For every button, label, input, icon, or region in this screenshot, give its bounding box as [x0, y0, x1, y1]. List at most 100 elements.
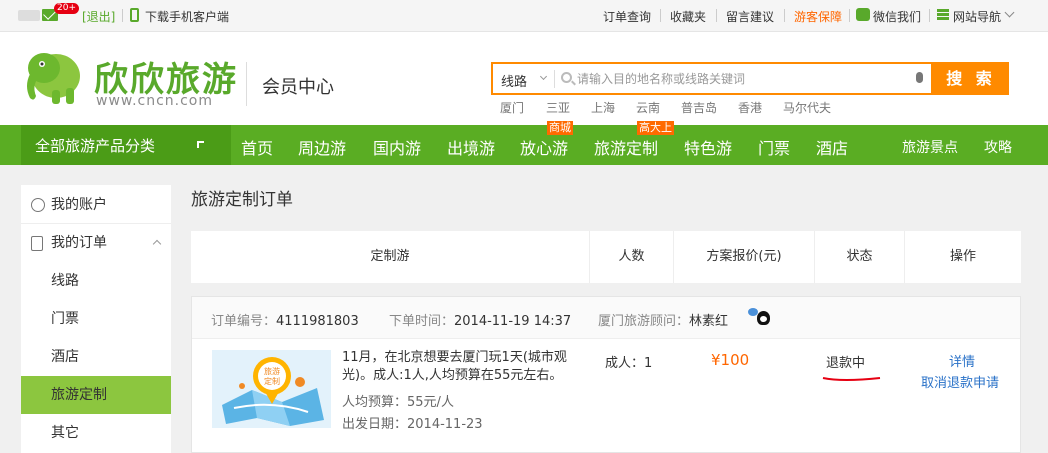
- product-thumbnail[interactable]: 旅游 定制: [212, 350, 331, 428]
- divider: [660, 9, 661, 22]
- wechat-icon: [856, 8, 870, 21]
- cancel-refund-link[interactable]: 取消退款申请: [921, 372, 999, 391]
- qq-icon[interactable]: [757, 311, 770, 325]
- search-input[interactable]: [577, 68, 907, 90]
- sidebar-item-account[interactable]: 我的账户: [21, 186, 171, 224]
- thumbnail-caption-line2: 定制: [264, 376, 280, 386]
- header: 欣欣旅游 www.cncn.com 会员中心 线路 搜 索 厦门 三亚 上海 云…: [0, 32, 1048, 125]
- nav-worry-free[interactable]: 放心游: [520, 135, 568, 159]
- search-icon: [561, 72, 572, 83]
- premium-tag: 高大上: [637, 121, 674, 135]
- order-number: 订单编号：4111981803: [211, 310, 359, 329]
- nav-custom-travel[interactable]: 旅游定制: [594, 135, 658, 159]
- sidebar-item-label: 我的订单: [51, 235, 107, 251]
- chevron-down-icon[interactable]: [1004, 7, 1015, 18]
- sidebar-item-label: 其它: [51, 425, 79, 441]
- corner-arrow-icon: [197, 141, 204, 148]
- mall-tag: 商城: [547, 121, 573, 135]
- budget: 人均预算：55元/人: [342, 391, 454, 410]
- column-header: 操作: [949, 249, 976, 264]
- username-blurred: [18, 10, 40, 21]
- table-header: 定制游 人数 方案报价(元) 状态 操作: [191, 231, 1021, 283]
- status-badge: 退款中: [826, 356, 866, 371]
- divider: [554, 70, 555, 88]
- divider: [929, 9, 930, 22]
- nav-attractions[interactable]: 旅游景点: [902, 137, 958, 157]
- tourist-protection-link[interactable]: 游客保障: [794, 8, 842, 25]
- depart-date: 出发日期：2014-11-23: [342, 413, 483, 432]
- sidebar-item-orders[interactable]: 我的订单: [21, 224, 171, 262]
- sidebar-item-hotels[interactable]: 酒店: [21, 338, 171, 376]
- hot-destination-link[interactable]: 三亚: [546, 99, 570, 116]
- order-time-value: 2014-11-19 14:37: [454, 314, 572, 329]
- page-title: 旅游定制订单: [191, 190, 293, 210]
- chevron-down-icon[interactable]: [539, 72, 548, 81]
- sidebar-item-label: 我的账户: [51, 197, 107, 213]
- divider: [849, 9, 850, 22]
- search-type-select[interactable]: 线路: [501, 71, 527, 90]
- sidebar-item-custom-travel[interactable]: 旅游定制: [21, 376, 171, 414]
- sidebar: 我的账户 我的订单 线路 门票 酒店 旅游定制 其它: [21, 185, 171, 453]
- search-button[interactable]: 搜 索: [933, 62, 1009, 95]
- chevron-up-icon[interactable]: [152, 239, 162, 249]
- main-nav: 全部旅游产品分类 首页 周边游 国内游 出境游 放心游 商城 旅游定制 高大上 …: [0, 121, 1048, 165]
- wechat-link[interactable]: 微信我们: [873, 8, 921, 25]
- logo-url: www.cncn.com: [96, 93, 214, 109]
- nav-hotels[interactable]: 酒店: [816, 135, 848, 159]
- depart-label: 出发日期：: [342, 417, 408, 432]
- sidebar-item-routes[interactable]: 线路: [21, 262, 171, 300]
- column-header: 状态: [846, 249, 873, 264]
- nav-guides[interactable]: 攻略: [984, 137, 1012, 157]
- all-categories-menu[interactable]: 全部旅游产品分类: [21, 125, 231, 165]
- sidebar-item-tickets[interactable]: 门票: [21, 300, 171, 338]
- map-pin-illustration: 旅游 定制: [222, 357, 324, 426]
- detail-link[interactable]: 详情: [949, 351, 975, 370]
- mail-count-badge: 20+: [54, 3, 79, 14]
- budget-label: 人均预算：: [342, 395, 408, 410]
- download-app-link[interactable]: 下载手机客户端: [145, 8, 229, 25]
- sidebar-item-other[interactable]: 其它: [21, 414, 171, 452]
- logout-link[interactable]: [退出]: [82, 8, 115, 25]
- hot-destination-link[interactable]: 云南: [636, 99, 660, 116]
- order-number-value: 4111981803: [276, 314, 359, 329]
- sidebar-item-label: 门票: [51, 311, 79, 327]
- order-description[interactable]: 11月，在北京想要去厦门玩1天(城市观光)。成人:1人,人均预算在55元左右。: [342, 349, 577, 385]
- nav-domestic[interactable]: 国内游: [373, 135, 421, 159]
- quoted-price: ¥100: [711, 351, 750, 369]
- divider: [122, 9, 123, 22]
- nav-home[interactable]: 首页: [241, 135, 273, 159]
- nav-nearby[interactable]: 周边游: [298, 135, 346, 159]
- feedback-link[interactable]: 留言建议: [726, 8, 774, 25]
- consultant-label: 厦门旅游顾问：: [598, 314, 690, 329]
- search-box: 线路: [491, 62, 933, 95]
- order-time-label: 下单时间：: [389, 314, 455, 329]
- order-time: 下单时间：2014-11-19 14:37: [389, 310, 571, 329]
- consultant: 厦门旅游顾问：林素红: [598, 310, 728, 329]
- elephant-logo-icon[interactable]: [22, 46, 84, 108]
- thumbnail-caption-line1: 旅游: [264, 366, 280, 376]
- site-nav-link[interactable]: 网站导航: [953, 8, 1001, 25]
- favorites-link[interactable]: 收藏夹: [670, 8, 706, 25]
- order-query-link[interactable]: 订单查询: [603, 8, 651, 25]
- column-header: 人数: [618, 249, 645, 264]
- sidebar-item-label: 酒店: [51, 349, 79, 365]
- phone-icon: [130, 8, 139, 22]
- clipboard-icon: [31, 236, 43, 251]
- hot-destination-link[interactable]: 香港: [738, 99, 762, 116]
- sidebar-item-label: 旅游定制: [51, 387, 107, 403]
- hot-destination-link[interactable]: 上海: [591, 99, 615, 116]
- member-center-title: 会员中心: [262, 77, 334, 98]
- status-underline-mark: [822, 377, 881, 381]
- column-header: 定制游: [370, 249, 410, 264]
- hot-destination-link[interactable]: 马尔代夫: [783, 99, 831, 116]
- top-bar: 20+ [退出] 下载手机客户端 订单查询 收藏夹 留言建议 游客保障 微信我们…: [0, 0, 1048, 32]
- hot-destination-link[interactable]: 普吉岛: [681, 99, 717, 116]
- nav-special[interactable]: 特色游: [684, 135, 732, 159]
- nav-tickets[interactable]: 门票: [758, 135, 790, 159]
- sidebar-item-label: 线路: [51, 273, 79, 289]
- order-card: 订单编号：4111981803 下单时间：2014-11-19 14:37 厦门…: [191, 296, 1021, 453]
- people-count: 成人：1: [605, 356, 653, 371]
- microphone-icon[interactable]: [916, 72, 923, 83]
- nav-outbound[interactable]: 出境游: [447, 135, 495, 159]
- hot-destination-link[interactable]: 厦门: [500, 99, 524, 116]
